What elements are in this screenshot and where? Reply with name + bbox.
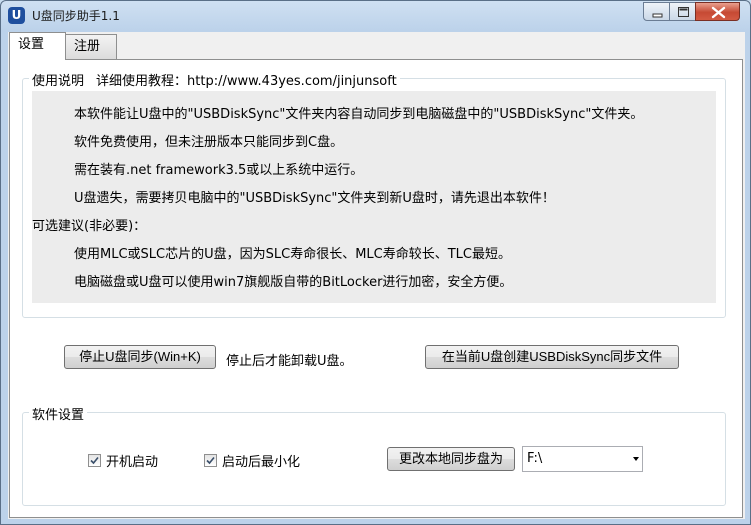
minimize-on-start-checkbox[interactable] [204, 454, 217, 467]
close-icon [711, 6, 726, 19]
stop-hint-text: 停止后才能卸载U盘。 [226, 354, 353, 369]
usage-group: 使用说明 详细使用教程：http://www.43yes.com/jinjunso… [22, 70, 726, 318]
maximize-icon [678, 7, 689, 17]
autostart-checkbox[interactable] [88, 454, 101, 467]
usage-line: 本软件能让U盘中的"USBDiskSync"文件夹内容自动同步到电脑磁盘中的"U… [74, 107, 644, 122]
settings-tab-page: 使用说明 详细使用教程：http://www.43yes.com/jinjunso… [9, 59, 743, 518]
minimize-button[interactable] [643, 2, 670, 21]
app-window: U U盘同步助手1.1 设置 注册 使用说明 详细使用教程：http://www.… [0, 0, 751, 525]
dropdown-arrow-icon [633, 457, 639, 461]
usage-text-box: 本软件能让U盘中的"USBDiskSync"文件夹内容自动同步到电脑磁盘中的"U… [32, 91, 716, 303]
change-local-drive-button[interactable]: 更改本地同步盘为 [387, 447, 515, 471]
close-button[interactable] [695, 2, 740, 21]
drive-select[interactable]: F:\ [522, 446, 643, 472]
create-sync-file-button[interactable]: 在当前U盘创建USBDiskSync同步文件 [425, 345, 679, 369]
client-area: 设置 注册 使用说明 详细使用教程：http://www.43yes.com/ji… [8, 32, 745, 519]
software-settings-group: 软件设置 开机启动 启动后最小化 更改本地同步盘为 F:\ [22, 404, 726, 506]
usage-line: 使用MLC或SLC芯片的U盘，因为SLC寿命很长、MLC寿命较长、TLC最短。 [74, 247, 511, 262]
app-icon: U [8, 7, 25, 24]
optional-advice-heading: 可选建议(非必要)： [32, 219, 147, 234]
check-icon [90, 456, 99, 465]
title-bar[interactable]: U U盘同步助手1.1 [1, 1, 750, 31]
tutorial-link[interactable]: 详细使用教程：http://www.43yes.com/jinjunsoft [96, 74, 397, 89]
stop-sync-button[interactable]: 停止U盘同步(Win+K) [64, 345, 216, 369]
minimize-on-start-label[interactable]: 启动后最小化 [222, 451, 300, 470]
autostart-label[interactable]: 开机启动 [106, 451, 158, 470]
usage-line: 需在装有.net framework3.5或以上系统中运行。 [74, 163, 364, 178]
tab-register[interactable]: 注册 [65, 34, 117, 59]
tab-settings[interactable]: 设置 [9, 32, 66, 60]
usage-line: U盘遗失，需要拷贝电脑中的"USBDiskSync"文件夹到新U盘时，请先退出本… [74, 191, 555, 206]
drive-select-value: F:\ [527, 451, 543, 466]
usage-line: 电脑磁盘或U盘可以使用win7旗舰版自带的BitLocker进行加密，安全方便。 [74, 275, 513, 290]
window-title: U盘同步助手1.1 [32, 9, 120, 23]
usage-line: 软件免费使用，但未注册版本只能同步到C盘。 [74, 135, 344, 150]
usage-legend-label: 使用说明 [32, 74, 85, 89]
settings-group-legend: 软件设置 [29, 404, 88, 423]
check-icon [206, 456, 215, 465]
maximize-button[interactable] [669, 2, 696, 21]
usage-group-legend: 使用说明 详细使用教程：http://www.43yes.com/jinjunso… [29, 70, 400, 89]
minimize-icon [652, 13, 663, 18]
